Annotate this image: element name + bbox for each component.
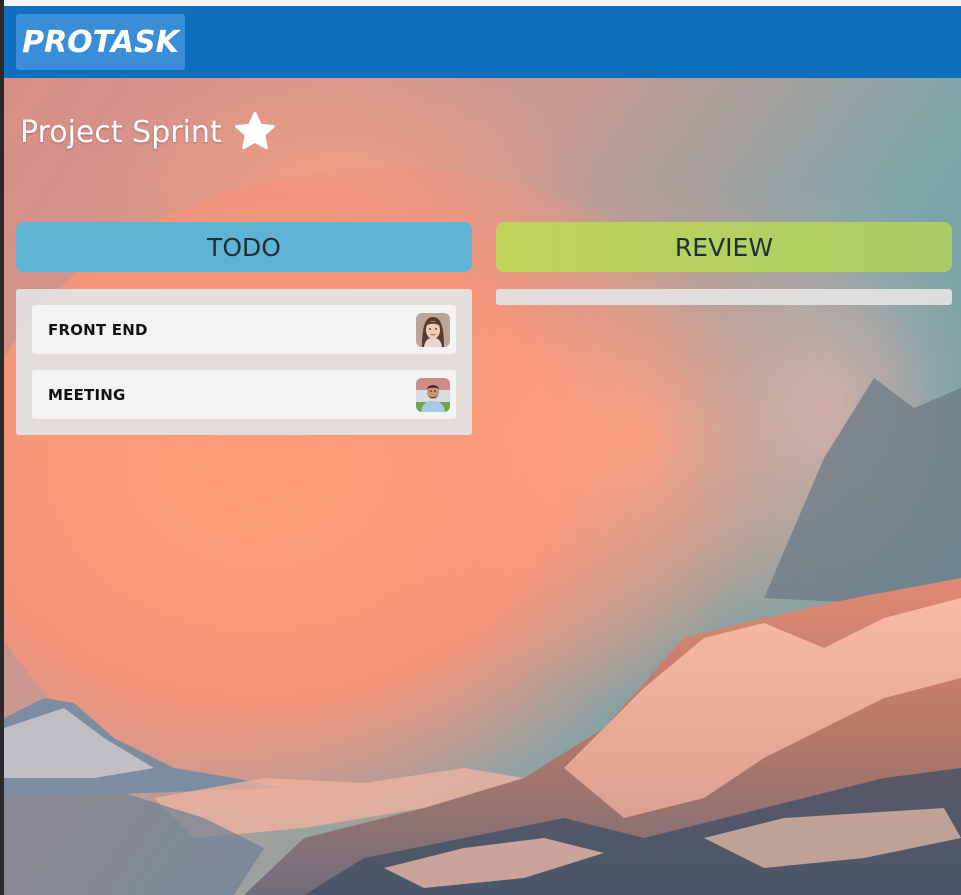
- column-header-todo[interactable]: TODO: [16, 222, 472, 272]
- column-body-review: [496, 289, 952, 305]
- woman-avatar[interactable]: [416, 313, 450, 347]
- column-header-review[interactable]: REVIEW: [496, 222, 952, 272]
- task-card[interactable]: MEETING: [32, 370, 456, 419]
- column-title: REVIEW: [674, 232, 774, 262]
- app-window: PROTASK Project Sprint TODO FRONT END ME…: [0, 0, 961, 895]
- column-title: TODO: [207, 232, 281, 262]
- top-navbar: PROTASK: [4, 6, 961, 78]
- man-avatar[interactable]: [416, 378, 450, 412]
- column-body-todo: FRONT END MEETING: [16, 289, 472, 435]
- task-card-title: MEETING: [48, 385, 126, 404]
- board-background-image: [4, 78, 961, 895]
- window-edge: [0, 0, 4, 895]
- task-card[interactable]: FRONT END: [32, 305, 456, 354]
- app-logo[interactable]: PROTASK: [16, 14, 185, 70]
- board-title-row: Project Sprint: [20, 108, 278, 156]
- task-card-title: FRONT END: [48, 320, 148, 339]
- board-title[interactable]: Project Sprint: [20, 115, 222, 150]
- star-icon[interactable]: [232, 109, 278, 155]
